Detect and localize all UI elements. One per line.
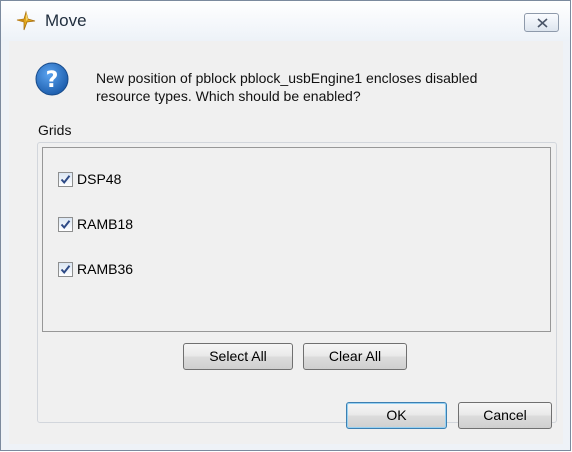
prompt-line-1: New position of pblock pblock_usbEngine1… (96, 70, 478, 86)
close-icon (537, 18, 548, 28)
app-logo-icon (15, 10, 37, 32)
check-mark-icon (60, 265, 71, 275)
checkbox[interactable] (58, 262, 73, 277)
check-mark-icon (60, 175, 71, 185)
select-all-button[interactable]: Select All (183, 343, 293, 370)
checkbox[interactable] (58, 172, 73, 187)
close-button[interactable] (524, 13, 559, 32)
title-bar[interactable]: Move (1, 1, 570, 41)
window-title: Move (45, 11, 87, 30)
prompt-line-2: resource types. Which should be enabled? (96, 88, 361, 104)
checkbox[interactable] (58, 217, 73, 232)
svg-text:?: ? (46, 68, 59, 93)
resource-type-list: DSP48 RAMB18 RAMB36 (42, 147, 551, 332)
prompt-message: New position of pblock pblock_usbEngine1… (96, 69, 556, 105)
checkbox-label: RAMB18 (77, 216, 134, 232)
move-dialog: Move ? New position of pblock pblock_usb (0, 0, 571, 451)
dialog-body: ? New position of pblock pblock_usbEngin… (9, 41, 563, 444)
grids-group-label: Grids (38, 122, 72, 138)
grids-group: DSP48 RAMB18 RAMB36 Select All Clear All (37, 142, 557, 423)
clear-all-button[interactable]: Clear All (303, 343, 407, 370)
check-mark-icon (60, 220, 71, 230)
question-icon: ? (35, 62, 69, 96)
ok-button[interactable]: OK (346, 402, 447, 429)
checkbox-label: DSP48 (77, 171, 122, 187)
checkbox-label: RAMB36 (77, 261, 134, 277)
cancel-button[interactable]: Cancel (458, 402, 552, 429)
